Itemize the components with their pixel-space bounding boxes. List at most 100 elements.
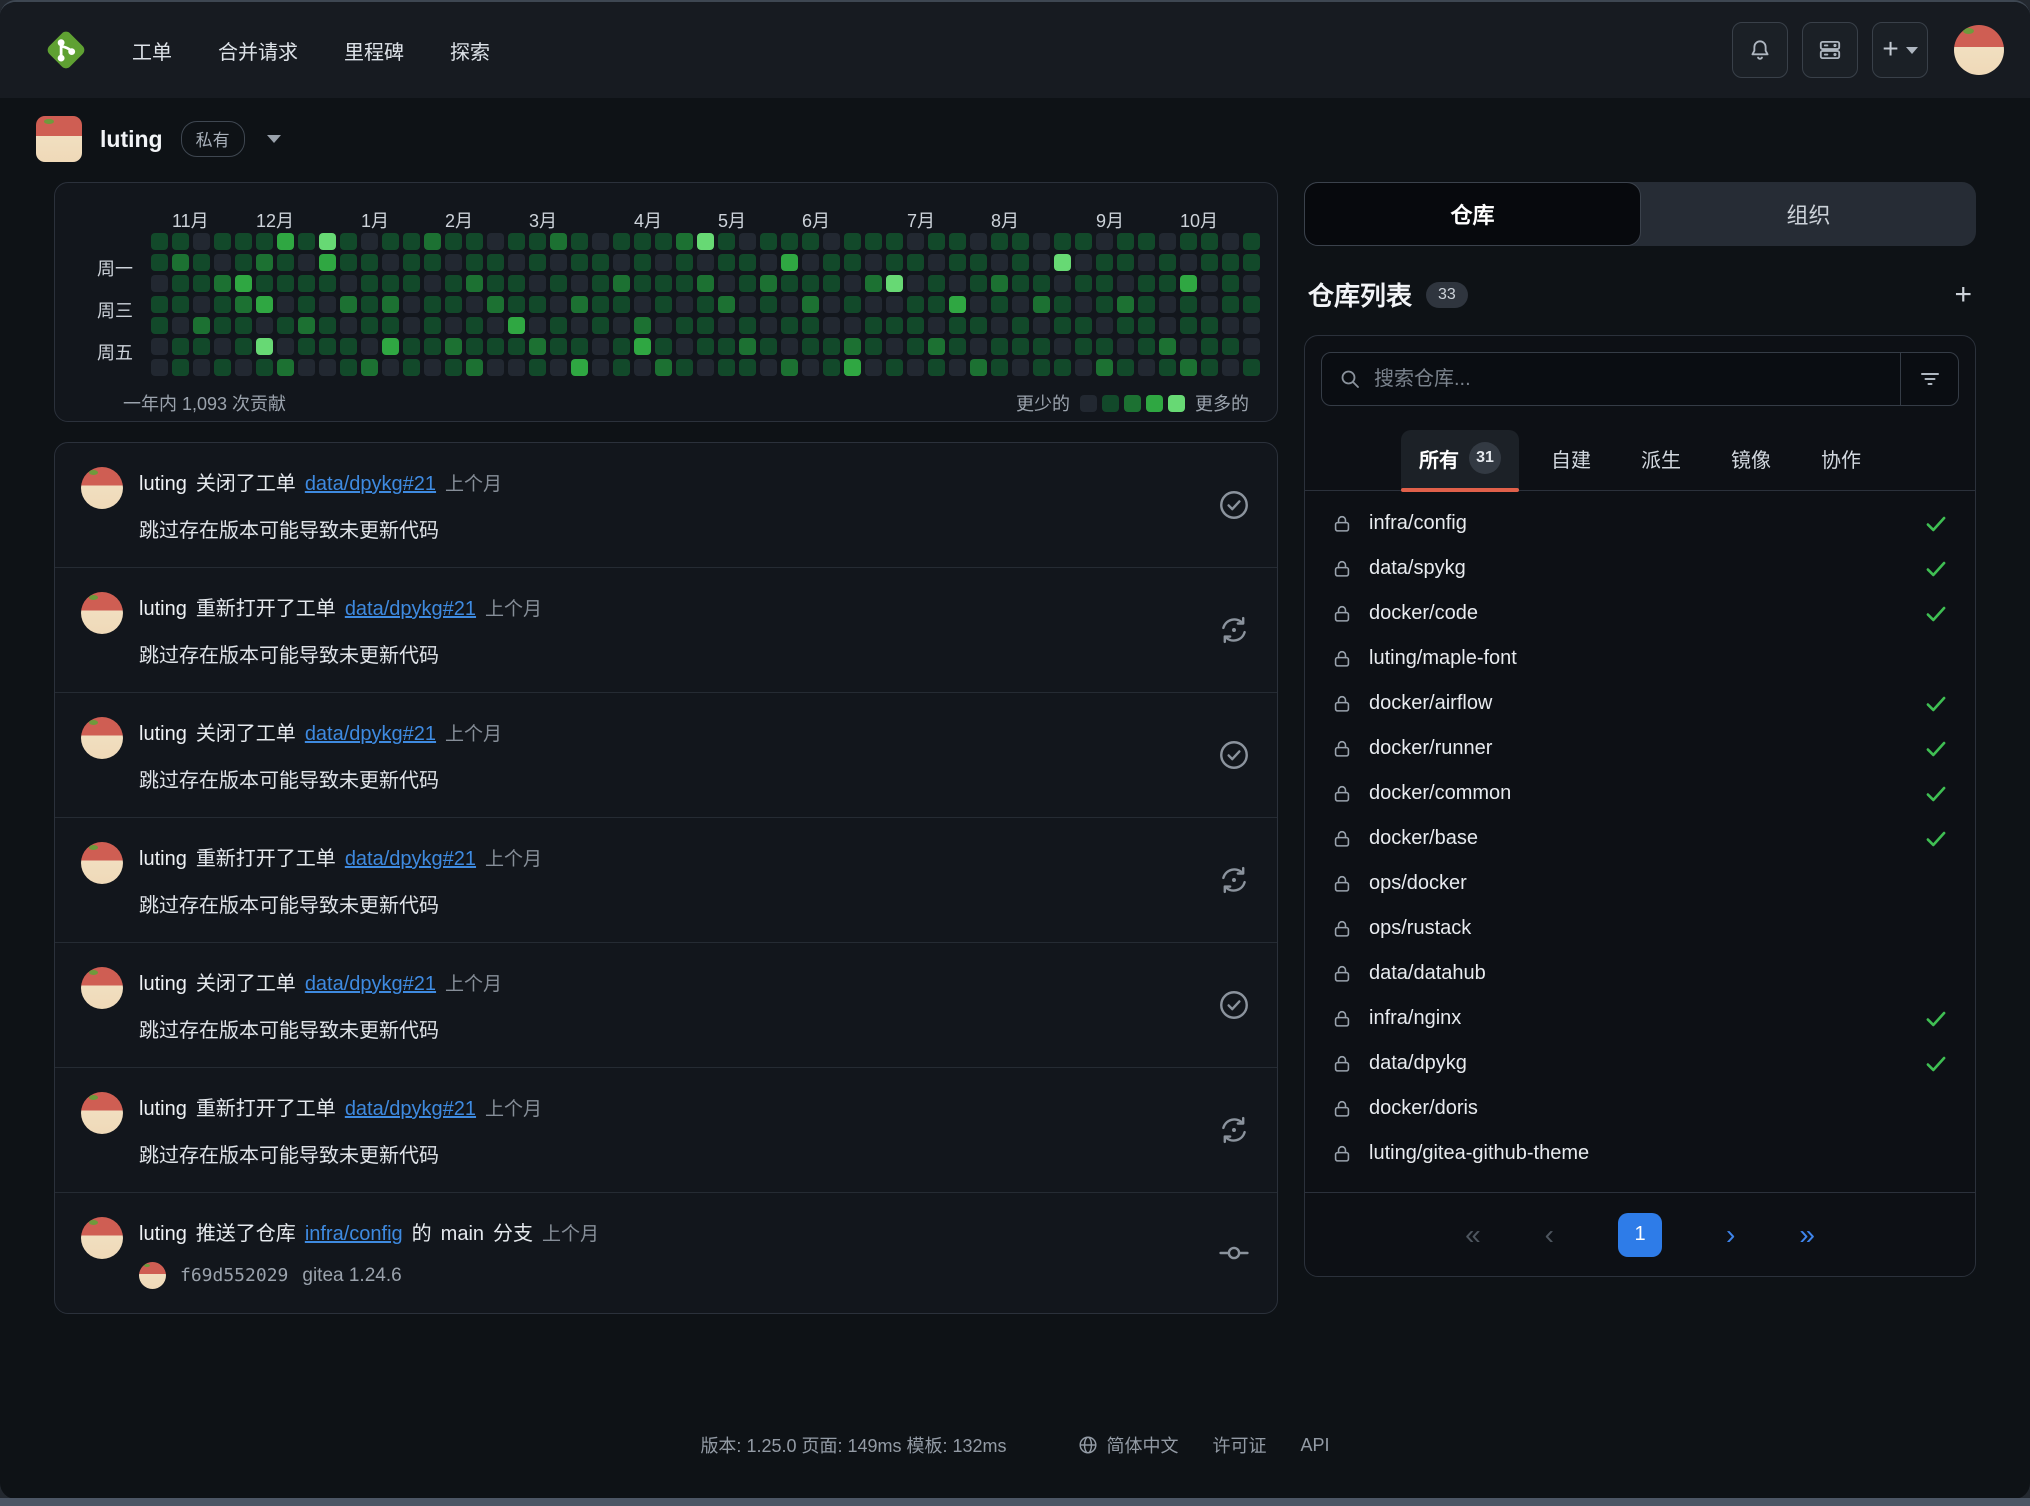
feed-avatar[interactable] [81,717,123,759]
feed-link[interactable]: infra/config [305,1223,403,1246]
repo-row[interactable]: docker/airflow [1305,681,1975,726]
feed-actor[interactable]: luting [139,598,187,621]
feed-avatar[interactable] [81,967,123,1009]
heatmap-cell [697,254,714,271]
repo-row[interactable]: infra/nginx [1305,996,1975,1041]
heatmap-cell [1243,275,1260,292]
repo-row[interactable]: docker/code [1305,591,1975,636]
feed-actor[interactable]: luting [139,473,187,496]
feed-actor[interactable]: luting [139,973,187,996]
legend-square [1168,395,1185,412]
feed-link[interactable]: data/dpykg#21 [305,473,436,496]
tab-organizations[interactable]: 组织 [1641,182,1976,246]
nav-link-2[interactable]: 里程碑 [344,36,404,65]
repo-row[interactable]: docker/base [1305,816,1975,861]
pagination-last[interactable]: » [1799,1219,1815,1251]
legend-less-label: 更少的 [1016,390,1070,416]
nav-link-1[interactable]: 合并请求 [218,36,298,65]
pagination-next[interactable]: › [1726,1219,1735,1251]
feed-actor[interactable]: luting [139,723,187,746]
check-icon [1923,511,1949,537]
feed-avatar[interactable] [81,842,123,884]
admin-panel-button[interactable] [1802,22,1858,78]
main-content: 11月12月1月2月3月4月5月6月7月8月9月10月 周一周三周五 一年内 1… [0,176,2030,1314]
feed-link[interactable]: data/dpykg#21 [305,723,436,746]
repo-row[interactable]: luting/maple-font [1305,636,1975,681]
heatmap-cell [151,296,168,313]
feed-link[interactable]: data/dpykg#21 [345,848,476,871]
repo-row[interactable]: ops/rustack [1305,906,1975,951]
feed-avatar[interactable] [81,592,123,634]
create-new-button[interactable]: + [1872,22,1928,78]
feed-avatar[interactable] [81,1217,123,1259]
heatmap-cell [739,359,756,376]
heatmap-cell [319,359,336,376]
heatmap-cell [1222,338,1239,355]
filter-tab-1[interactable]: 自建 [1533,430,1609,490]
filter-tab-2[interactable]: 派生 [1623,430,1699,490]
lock-icon [1331,648,1353,670]
repo-filter-button[interactable] [1900,353,1958,405]
feed-actor[interactable]: luting [139,1223,187,1246]
heatmap-cell [550,233,567,250]
repo-panel: 所有31自建派生镜像协作 infra/configdata/spykgdocke… [1304,335,1976,1277]
heatmap-cell [1180,338,1197,355]
feed-link[interactable]: data/dpykg#21 [305,973,436,996]
repo-row[interactable]: docker/doris [1305,1086,1975,1131]
nav-link-3[interactable]: 探索 [450,36,490,65]
heatmap-cell [970,296,987,313]
heatmap-cell [571,275,588,292]
footer-link-1[interactable]: 许可证 [1213,1432,1267,1458]
heatmap-cell [1033,233,1050,250]
footer-link-0[interactable]: 简体中文 [1077,1432,1179,1458]
heatmap-cell [298,359,315,376]
heatmap-cell [781,275,798,292]
repo-row[interactable]: data/dpykg [1305,1041,1975,1086]
repo-row[interactable]: luting/gitea-github-theme [1305,1131,1975,1176]
repo-row[interactable]: infra/config [1305,501,1975,546]
filter-tab-3[interactable]: 镜像 [1713,430,1789,490]
heatmap-cell [256,275,273,292]
notifications-button[interactable] [1732,22,1788,78]
heatmap-cell [634,296,651,313]
heatmap-cell [466,233,483,250]
heatmap-cell [361,317,378,334]
feed-link[interactable]: data/dpykg#21 [345,1098,476,1121]
feed-link[interactable]: data/dpykg#21 [345,598,476,621]
repo-name: data/datahub [1369,962,1949,985]
feed-avatar[interactable] [81,1092,123,1134]
heatmap-cell [508,254,525,271]
repo-row[interactable]: data/spykg [1305,546,1975,591]
user-avatar[interactable] [1954,25,2004,75]
profile-dropdown-caret[interactable] [267,135,281,143]
feed-actor[interactable]: luting [139,848,187,871]
nav-link-0[interactable]: 工单 [132,36,172,65]
repo-row[interactable]: docker/runner [1305,726,1975,771]
heatmap-cell [319,296,336,313]
heatmap-month-label: 5月 [718,207,746,233]
tab-repositories[interactable]: 仓库 [1304,182,1641,246]
heatmap-cell [1054,359,1071,376]
repo-row[interactable]: data/datahub [1305,951,1975,996]
heatmap-cell [1012,254,1029,271]
footer-link-2[interactable]: API [1301,1435,1330,1456]
filter-tab-4[interactable]: 协作 [1803,430,1879,490]
heatmap-cell [718,254,735,271]
heatmap-cell [1201,254,1218,271]
repo-search-input[interactable] [1374,368,1900,391]
heatmap-cell [403,254,420,271]
gitea-logo-icon[interactable] [40,24,92,76]
add-repo-button[interactable]: + [1954,280,1972,310]
feed-actor[interactable]: luting [139,1098,187,1121]
heatmap-cell [1222,275,1239,292]
commit-hash[interactable]: f69d552029 [180,1265,288,1286]
profile-avatar[interactable] [36,116,82,162]
pagination-current-page[interactable]: 1 [1618,1213,1662,1257]
heatmap-cell [550,338,567,355]
repo-row[interactable]: ops/docker [1305,861,1975,906]
feed-avatar[interactable] [81,467,123,509]
filter-tab-0[interactable]: 所有31 [1401,430,1519,490]
heatmap-cell [424,317,441,334]
feed-commit-line: f69d552029gitea 1.24.6 [139,1262,1205,1289]
repo-row[interactable]: docker/common [1305,771,1975,816]
